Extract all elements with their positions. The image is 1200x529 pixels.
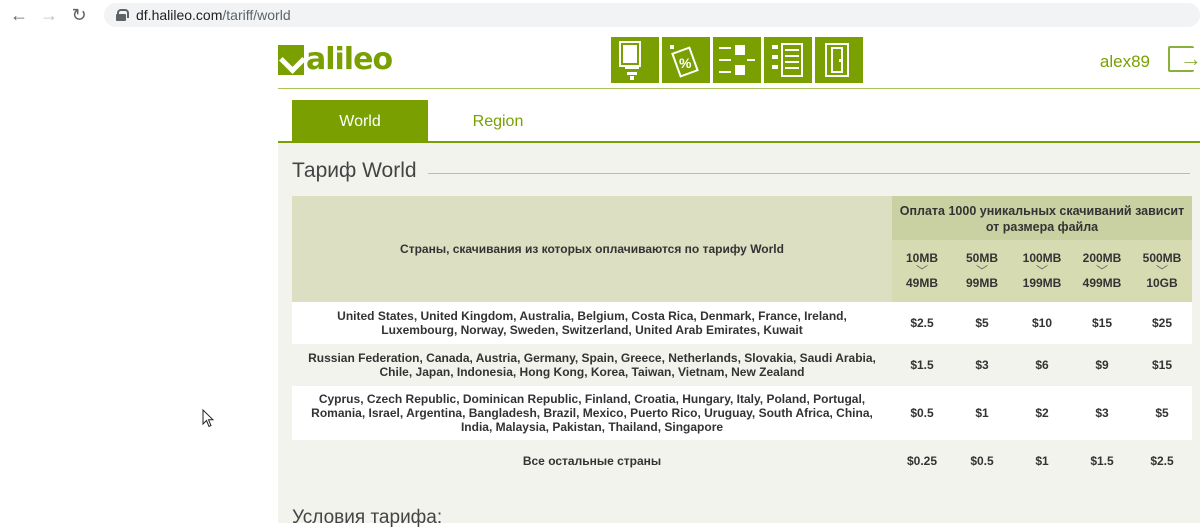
price-cell: $1	[952, 386, 1012, 440]
price-cell: $3	[1072, 386, 1132, 440]
percent-tag-icon[interactable]: %	[662, 37, 710, 83]
page: alileo % alex89 → World Region Тариф Wor…	[278, 30, 1200, 528]
table-row: United States, United Kingdom, Australia…	[292, 302, 1192, 344]
price-cell: $0.5	[952, 440, 1012, 482]
size-column-header: 500MB ﹀ 10GB	[1132, 240, 1192, 302]
chevron-down-icon: ﹀	[975, 264, 988, 278]
price-cell: $1	[1012, 440, 1072, 482]
chevron-down-icon: ﹀	[1155, 264, 1168, 278]
chevron-down-icon: ﹀	[915, 264, 928, 278]
tariff-tabs: World Region	[278, 89, 1200, 143]
price-cell: $5	[952, 302, 1012, 344]
logout-icon[interactable]	[1168, 46, 1200, 72]
price-cell: $15	[1132, 344, 1192, 386]
main-content: World Region Тариф World Страны, скачива…	[278, 89, 1200, 528]
logo-text: alileo	[306, 42, 393, 77]
price-cell: $2	[1012, 386, 1072, 440]
halileo-logo-icon	[278, 45, 304, 75]
chevron-down-icon: ﹀	[1035, 264, 1048, 278]
price-cell: $9	[1072, 344, 1132, 386]
url-path: /tariff/world	[222, 7, 291, 23]
price-cell: $15	[1072, 302, 1132, 344]
table-row: Russian Federation, Canada, Austria, Ger…	[292, 344, 1192, 386]
price-cell: $1.5	[1072, 440, 1132, 482]
price-cell: $3	[952, 344, 1012, 386]
mouse-cursor-icon	[202, 409, 214, 428]
chevron-down-icon: ﹀	[1095, 264, 1108, 278]
table-row: Все остальные страны $0.25 $0.5 $1 $1.5 …	[292, 440, 1192, 482]
table-row: Cyprus, Czech Republic, Dominican Republ…	[292, 386, 1192, 440]
document-download-icon[interactable]	[611, 37, 659, 83]
countries-cell: Cyprus, Czech Republic, Dominican Republ…	[292, 386, 892, 440]
price-cell: $10	[1012, 302, 1072, 344]
forward-arrow-icon[interactable]: →	[38, 4, 60, 26]
username[interactable]: alex89	[1100, 52, 1150, 72]
back-arrow-icon[interactable]: ←	[8, 4, 30, 26]
price-cell: $2.5	[892, 302, 952, 344]
reload-icon[interactable]: ↻	[68, 4, 90, 26]
logo[interactable]: alileo	[278, 42, 393, 77]
lock-icon[interactable]	[116, 9, 129, 21]
countries-header: Страны, скачивания из которых оплачивают…	[292, 196, 892, 302]
price-cell: $1.5	[892, 344, 952, 386]
browser-toolbar: ← → ↻ df.halileo.com/tariff/world	[0, 0, 1200, 30]
conditions-heading: Условия тарифа:	[292, 507, 443, 528]
size-column-header: 50MB ﹀ 99MB	[952, 240, 1012, 302]
size-column-header: 10MB ﹀ 49MB	[892, 240, 952, 302]
price-cell: $0.25	[892, 440, 952, 482]
size-column-header: 100MB ﹀ 199MB	[1012, 240, 1072, 302]
price-cell: $2.5	[1132, 440, 1192, 482]
price-cell: $6	[1012, 344, 1072, 386]
url-host: df.halileo.com	[136, 7, 223, 23]
tool-icons: %	[611, 37, 863, 83]
address-bar[interactable]: df.halileo.com/tariff/world	[104, 3, 1200, 27]
list-document-icon[interactable]	[764, 37, 812, 83]
price-cell: $0.5	[892, 386, 952, 440]
countries-cell: Russian Federation, Canada, Austria, Ger…	[292, 344, 892, 386]
page-title: Тариф World	[292, 159, 417, 182]
price-cell: $25	[1132, 302, 1192, 344]
countries-cell: Все остальные страны	[292, 440, 892, 482]
tariff-table: Страны, скачивания из которых оплачивают…	[292, 196, 1192, 482]
countries-cell: United States, United Kingdom, Australia…	[292, 302, 892, 344]
price-cell: $5	[1132, 386, 1192, 440]
size-column-header: 200MB ﹀ 499MB	[1072, 240, 1132, 302]
flow-arrows-icon[interactable]	[713, 37, 761, 83]
door-icon[interactable]	[815, 37, 863, 83]
tab-region[interactable]: Region	[430, 100, 566, 143]
title-divider	[428, 173, 1190, 174]
site-header: alileo % alex89 →	[278, 30, 1200, 88]
payment-header: Оплата 1000 уникальных скачиваний зависи…	[892, 196, 1192, 240]
tab-world[interactable]: World	[292, 100, 428, 143]
